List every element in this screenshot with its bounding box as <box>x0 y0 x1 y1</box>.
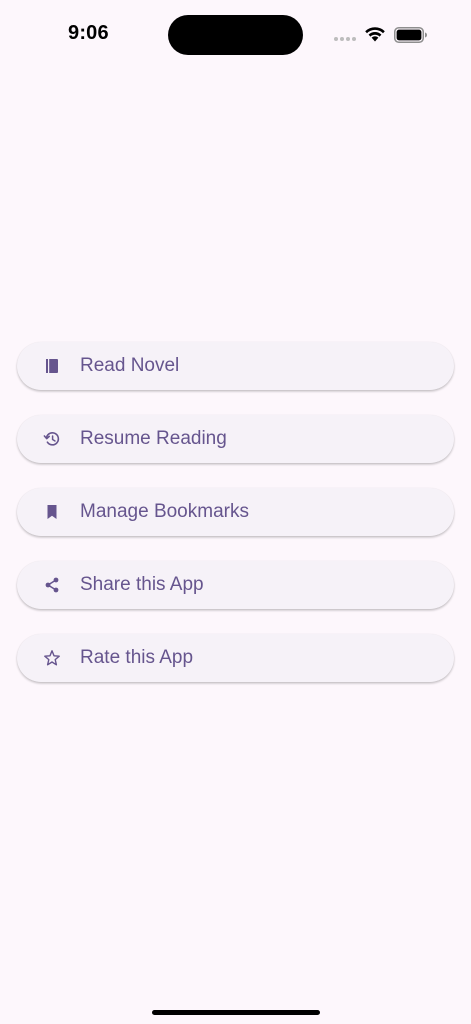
read-novel-button[interactable]: Read Novel <box>17 342 454 390</box>
resume-reading-label: Resume Reading <box>80 428 227 449</box>
rate-app-button[interactable]: Rate this App <box>17 634 454 682</box>
manage-bookmarks-label: Manage Bookmarks <box>80 501 249 522</box>
star-outline-icon <box>43 649 61 667</box>
status-bar: 9:06 <box>0 0 471 70</box>
dynamic-island <box>168 15 303 55</box>
read-novel-label: Read Novel <box>80 355 180 376</box>
book-icon <box>43 357 61 375</box>
main-menu: Read Novel Resume Reading Manage Bookmar… <box>17 342 454 707</box>
battery-icon <box>394 27 427 43</box>
resume-reading-button[interactable]: Resume Reading <box>17 415 454 463</box>
history-icon <box>43 430 61 448</box>
home-indicator[interactable] <box>152 1010 320 1015</box>
share-app-label: Share this App <box>80 574 204 595</box>
share-icon <box>43 576 61 594</box>
manage-bookmarks-button[interactable]: Manage Bookmarks <box>17 488 454 536</box>
status-time: 9:06 <box>68 22 109 44</box>
cellular-signal-icon <box>334 37 356 41</box>
wifi-icon <box>365 27 385 42</box>
share-app-button[interactable]: Share this App <box>17 561 454 609</box>
bookmark-icon <box>43 503 61 521</box>
rate-app-label: Rate this App <box>80 647 194 668</box>
